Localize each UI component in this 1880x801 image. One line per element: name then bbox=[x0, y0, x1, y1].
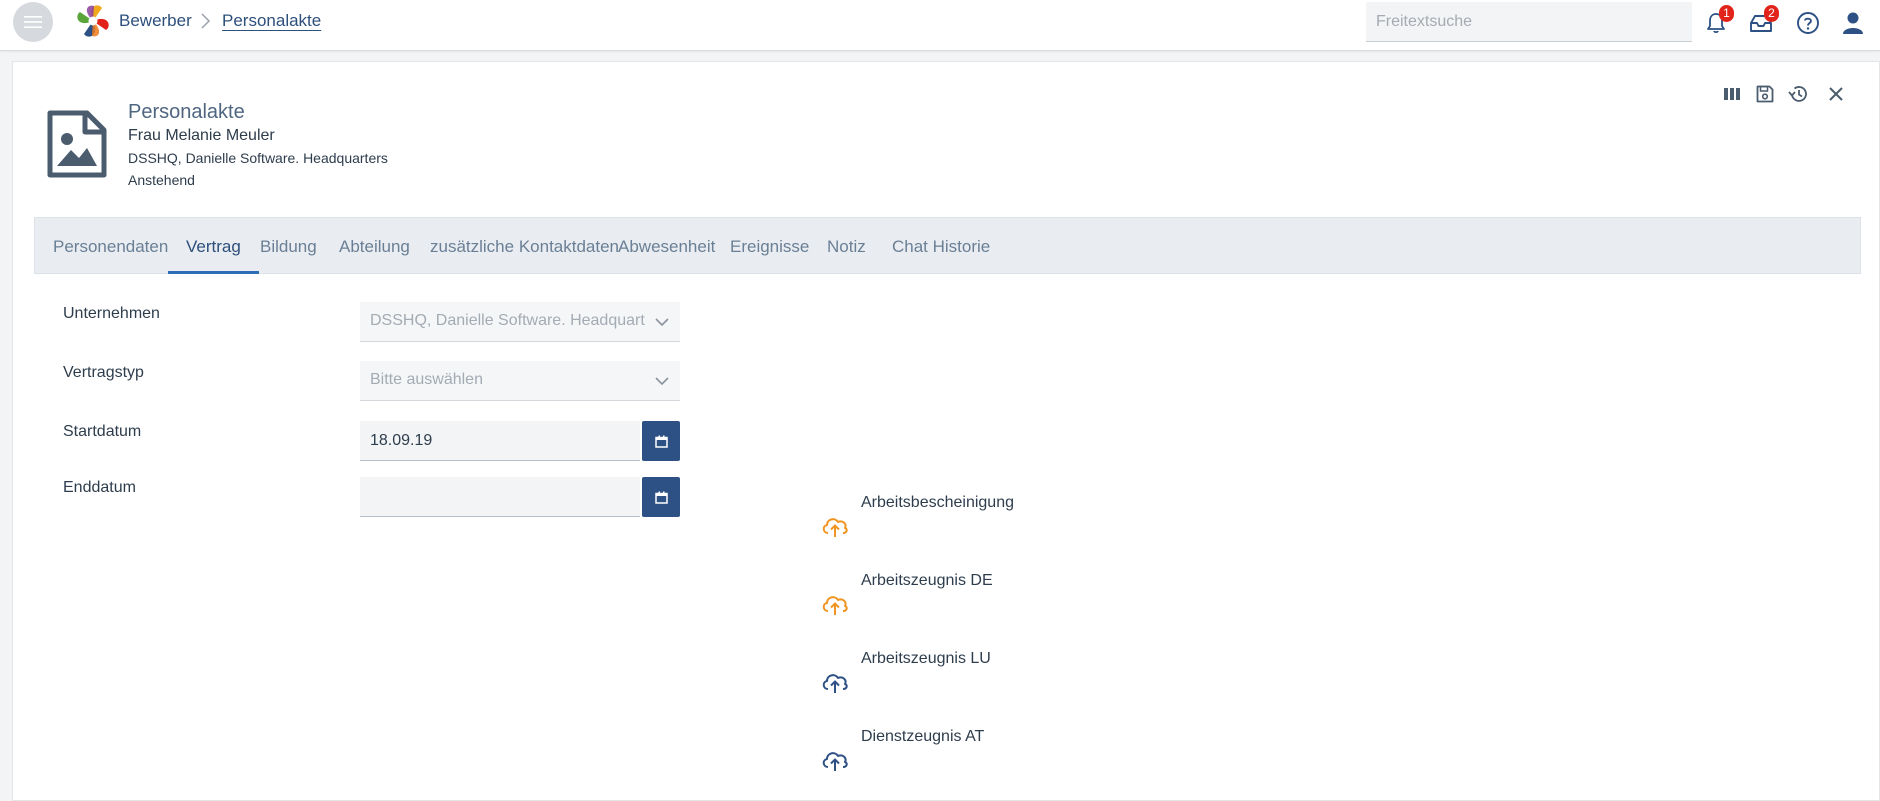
person-name: Frau Melanie Meuler bbox=[128, 127, 275, 144]
breadcrumb-bewerber[interactable]: Bewerber bbox=[119, 11, 192, 31]
messages-badge: 2 bbox=[1764, 5, 1779, 22]
save-icon bbox=[1756, 85, 1774, 103]
columns-button[interactable] bbox=[1719, 81, 1745, 107]
tab-chat-historie[interactable]: Chat Historie bbox=[874, 218, 1008, 274]
company-select[interactable]: DSSHQ, Danielle Software. Headquarters bbox=[360, 302, 680, 342]
help-button[interactable] bbox=[1793, 8, 1823, 38]
breadcrumb-personalakte[interactable]: Personalakte bbox=[222, 11, 321, 31]
top-bar: Bewerber Personalakte 1 2 bbox=[0, 0, 1880, 51]
status-text: Anstehend bbox=[128, 172, 195, 188]
chevron-right-icon bbox=[201, 13, 211, 29]
help-icon bbox=[1797, 12, 1819, 34]
cloud-upload-icon[interactable] bbox=[820, 747, 850, 773]
company-select-value: DSSHQ, Danielle Software. Headquarters bbox=[370, 312, 645, 329]
search-input[interactable] bbox=[1366, 2, 1692, 42]
app-logo[interactable] bbox=[72, 0, 114, 42]
notifications-badge: 1 bbox=[1719, 5, 1734, 22]
menu-button[interactable] bbox=[13, 2, 53, 42]
close-button[interactable] bbox=[1823, 81, 1849, 107]
end-date-calendar-button[interactable] bbox=[642, 477, 680, 517]
upload-arbeitszeugnis-de: Arbeitszeugnis DE bbox=[861, 572, 993, 589]
notifications-button[interactable]: 1 bbox=[1701, 5, 1734, 38]
document-image-icon bbox=[47, 110, 107, 178]
chevron-down-icon bbox=[655, 318, 669, 327]
close-icon bbox=[1829, 87, 1843, 101]
cloud-upload-icon[interactable] bbox=[820, 669, 850, 695]
tab-bar: Personendaten Vertrag Bildung Abteilung … bbox=[34, 217, 1861, 274]
contract-type-select-value: Bitte auswählen bbox=[370, 371, 483, 388]
cloud-upload-icon[interactable] bbox=[820, 513, 850, 539]
start-date-label: Startdatum bbox=[63, 423, 142, 440]
chevron-down-icon bbox=[655, 377, 669, 386]
save-button[interactable] bbox=[1752, 81, 1778, 107]
menu-icon bbox=[24, 16, 42, 28]
calendar-icon bbox=[654, 491, 668, 504]
cloud-upload-icon[interactable] bbox=[820, 591, 850, 617]
upload-arbeitsbescheinigung: Arbeitsbescheinigung bbox=[861, 494, 1014, 511]
history-icon bbox=[1788, 86, 1807, 102]
tab-personendaten[interactable]: Personendaten bbox=[35, 218, 186, 274]
contract-type-select[interactable]: Bitte auswählen bbox=[360, 361, 680, 401]
start-date-calendar-button[interactable] bbox=[642, 421, 680, 461]
user-icon bbox=[1843, 12, 1863, 34]
messages-button[interactable]: 2 bbox=[1746, 5, 1779, 38]
upload-arbeitszeugnis-lu: Arbeitszeugnis LU bbox=[861, 650, 991, 667]
start-date-input[interactable] bbox=[360, 421, 640, 461]
user-button[interactable] bbox=[1838, 8, 1868, 38]
company-label: Unternehmen bbox=[63, 305, 160, 322]
history-button[interactable] bbox=[1785, 81, 1811, 107]
end-date-input[interactable] bbox=[360, 477, 640, 517]
person-company: DSSHQ, Danielle Software. Headquarters bbox=[128, 150, 388, 166]
calendar-icon bbox=[654, 435, 668, 448]
upload-dienstzeugnis-at: Dienstzeugnis AT bbox=[861, 728, 985, 745]
record-card: Personalakte Frau Melanie Meuler DSSHQ, … bbox=[12, 61, 1880, 801]
tab-notiz[interactable]: Notiz bbox=[809, 218, 884, 274]
page-title: Personalakte bbox=[128, 101, 245, 123]
end-date-label: Enddatum bbox=[63, 479, 136, 496]
columns-icon bbox=[1724, 88, 1740, 100]
contract-type-label: Vertragstyp bbox=[63, 364, 144, 381]
